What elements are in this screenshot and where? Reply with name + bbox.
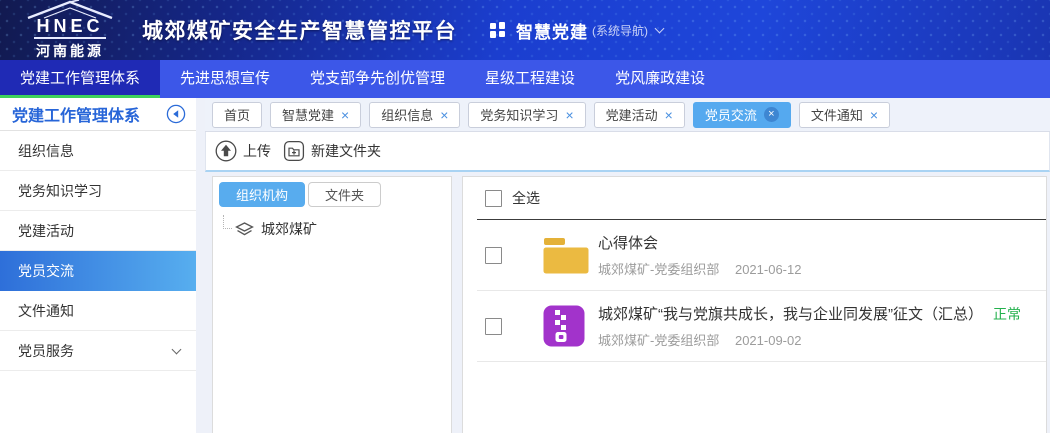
- file-title[interactable]: 心得体会: [598, 232, 658, 253]
- new-folder-label: 新建文件夹: [311, 143, 381, 159]
- nav-item-clean-governance[interactable]: 党风廉政建设: [595, 60, 725, 98]
- nav-item-star-project[interactable]: 星级工程建设: [465, 60, 595, 98]
- file-source: 城郊煤矿-党委组织部: [598, 262, 720, 277]
- zip-icon: [543, 305, 585, 347]
- switcher-label: 智慧党建: [516, 22, 588, 42]
- sidebar-title-label: 党建工作管理体系: [12, 108, 141, 125]
- close-icon[interactable]: ×: [565, 108, 573, 122]
- open-tabs-bar: 首页 智慧党建 × 组织信息 × 党务知识学习 × 党建活动 × 党员交流 × …: [205, 98, 1050, 132]
- sidebar-item-file-notice[interactable]: 文件通知: [0, 291, 196, 331]
- app-window: HNEC 河南能源 城郊煤矿安全生产智慧管控平台 智慧党建 (系统导航) 党建工…: [0, 0, 1050, 433]
- tab-org-info[interactable]: 组织信息 ×: [369, 101, 461, 128]
- system-nav-switcher[interactable]: 智慧党建 (系统导航): [489, 18, 665, 43]
- file-meta: 城郊煤矿-党委组织部 2021-06-12: [598, 259, 801, 278]
- upload-button[interactable]: 上传: [215, 140, 271, 162]
- upload-icon: [215, 140, 237, 162]
- close-icon[interactable]: ×: [870, 108, 878, 122]
- top-nav: 党建工作管理体系 先进思想宣传 党支部争先创优管理 星级工程建设 党风廉政建设: [0, 60, 1050, 98]
- tab-label: 文件通知: [810, 108, 863, 123]
- hnec-logo: HNEC 河南能源: [14, 0, 126, 61]
- file-row-folder[interactable]: 心得体会 城郊煤矿-党委组织部 2021-06-12: [463, 220, 1046, 290]
- tab-party-activities[interactable]: 党建活动 ×: [593, 101, 685, 128]
- new-folder-button[interactable]: 新建文件夹: [283, 140, 381, 162]
- file-meta: 城郊煤矿-党委组织部 2021-09-02: [598, 330, 1021, 349]
- close-icon[interactable]: ×: [665, 108, 673, 122]
- sidebar-header: 党建工作管理体系: [0, 98, 196, 131]
- tab-label: 首页: [224, 108, 251, 123]
- app-header: HNEC 河南能源 城郊煤矿安全生产智慧管控平台 智慧党建 (系统导航): [0, 0, 1050, 60]
- status-badge: 正常: [993, 305, 1021, 322]
- tab-member-exchange[interactable]: 党员交流 ×: [692, 101, 791, 128]
- tab-folders[interactable]: 文件夹: [308, 182, 382, 207]
- sidebar-item-member-services[interactable]: 党员服务: [0, 331, 196, 371]
- close-icon[interactable]: ×: [440, 108, 448, 122]
- nav-item-advanced-thought[interactable]: 先进思想宣传: [160, 60, 290, 98]
- grid-icon: [490, 22, 505, 38]
- sidebar: 党建工作管理体系 组织信息 党务知识学习 党建活动 党员交流 文件通知 党员服务: [0, 98, 196, 433]
- sidebar-item-party-knowledge[interactable]: 党务知识学习: [0, 171, 196, 211]
- new-folder-icon: [283, 140, 305, 162]
- file-date: 2021-06-12: [734, 262, 802, 277]
- tab-label: 党员交流: [704, 108, 757, 123]
- logo-name: 河南能源: [36, 43, 104, 59]
- tab-label: 智慧党建: [282, 108, 335, 123]
- tab-home[interactable]: 首页: [212, 101, 263, 128]
- sidebar-item-party-activities[interactable]: 党建活动: [0, 211, 196, 251]
- file-row-zip[interactable]: 城郊煤矿“我与党旗共成长，我与企业同发展”征文（汇总） 正常 城郊煤矿-党委组织…: [463, 291, 1046, 361]
- tab-label: 党建活动: [605, 108, 658, 123]
- chevron-down-icon: [171, 344, 182, 355]
- tree-node-root[interactable]: 城郊煤矿: [223, 215, 445, 239]
- switcher-suffix: (系统导航): [592, 23, 648, 38]
- logo-acronym: HNEC: [34, 17, 106, 39]
- workspace: 组织机构 文件夹 城郊煤矿 全选 心得体会 城郊煤矿-党委组织部 2021-06…: [205, 172, 1050, 433]
- tab-label: 组织信息: [381, 108, 434, 123]
- file-title[interactable]: 城郊煤矿“我与党旗共成长，我与企业同发展”征文（汇总）: [598, 303, 983, 324]
- tree-panel-tabs: 组织机构 文件夹: [219, 182, 445, 207]
- sidebar-collapse-button[interactable]: [166, 104, 186, 124]
- tab-party-knowledge[interactable]: 党务知识学习 ×: [468, 101, 586, 128]
- tab-org-structure[interactable]: 组织机构: [219, 182, 306, 207]
- nav-item-branch-excellence[interactable]: 党支部争先创优管理: [290, 60, 465, 98]
- sidebar-item-member-exchange[interactable]: 党员交流: [0, 251, 196, 291]
- tab-smart-party[interactable]: 智慧党建 ×: [270, 101, 362, 128]
- close-icon[interactable]: ×: [763, 107, 779, 122]
- file-date: 2021-09-02: [734, 333, 802, 348]
- layers-icon: [235, 221, 254, 235]
- actions-toolbar: 上传 新建文件夹: [205, 132, 1050, 172]
- nav-item-party-building-management[interactable]: 党建工作管理体系: [0, 60, 161, 98]
- select-all-row: 全选: [463, 177, 1046, 219]
- row-checkbox[interactable]: [485, 246, 502, 264]
- select-all-label: 全选: [512, 190, 540, 206]
- main-panel: 首页 智慧党建 × 组织信息 × 党务知识学习 × 党建活动 × 党员交流 × …: [205, 98, 1050, 433]
- close-icon[interactable]: ×: [341, 108, 349, 122]
- tree-connector: [223, 215, 232, 229]
- collapse-left-icon: [166, 104, 186, 124]
- sidebar-item-label: 党员服务: [18, 342, 74, 359]
- tab-file-notice[interactable]: 文件通知 ×: [798, 101, 891, 128]
- org-tree-panel: 组织机构 文件夹 城郊煤矿: [212, 176, 452, 433]
- tab-label: 党务知识学习: [480, 108, 559, 123]
- select-all-checkbox[interactable]: [485, 189, 502, 207]
- folder-icon: [543, 237, 589, 273]
- file-source: 城郊煤矿-党委组织部: [598, 333, 720, 348]
- file-list-panel: 全选 心得体会 城郊煤矿-党委组织部 2021-06-12 城郊煤矿“我与党旗共…: [462, 176, 1047, 433]
- divider: [477, 361, 1046, 362]
- tree-node-label: 城郊煤矿: [261, 221, 317, 237]
- content-area: 党建工作管理体系 组织信息 党务知识学习 党建活动 党员交流 文件通知 党员服务: [0, 98, 1050, 433]
- upload-label: 上传: [243, 143, 271, 159]
- chevron-down-icon: [654, 23, 665, 33]
- page-title: 城郊煤矿安全生产智慧管控平台: [142, 20, 457, 43]
- row-checkbox[interactable]: [485, 317, 502, 335]
- sidebar-item-org-info[interactable]: 组织信息: [0, 131, 196, 171]
